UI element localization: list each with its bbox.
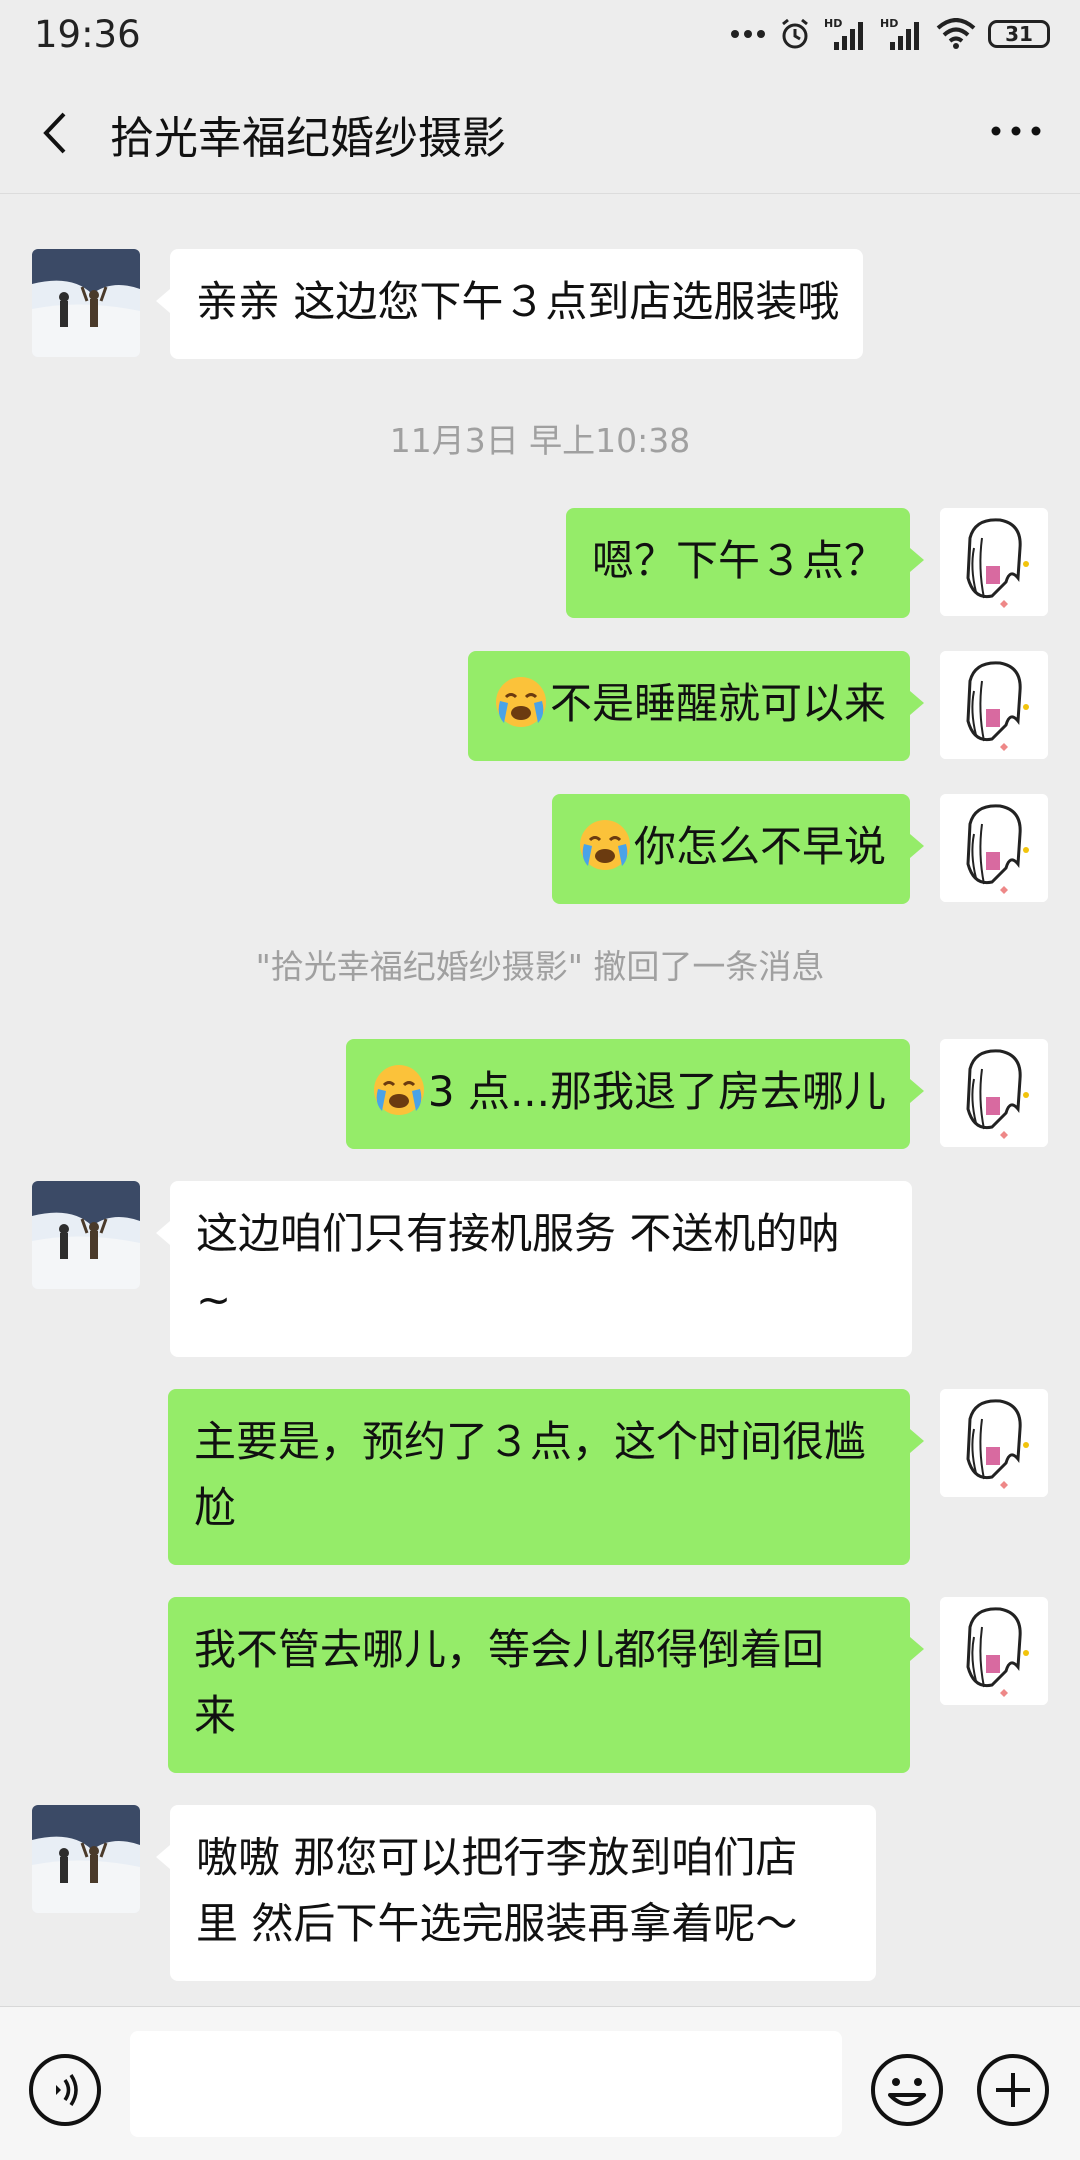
status-icons: HD HD 31 <box>730 16 1050 52</box>
message-text: 亲亲 这边您下午３点到店选服装哦 <box>196 277 840 326</box>
hd-signal-icon-2: HD <box>880 16 924 52</box>
more-dots-icon <box>991 126 1041 136</box>
more-button[interactable] <box>986 116 1046 146</box>
message-text: 3 点...那我退了房去哪儿 <box>427 1067 886 1116</box>
my-avatar[interactable] <box>940 1597 1048 1705</box>
my-avatar[interactable] <box>940 1389 1048 1497</box>
loudly-crying-face-icon <box>373 1065 424 1115</box>
more-functions-button[interactable] <box>976 2053 1050 2127</box>
timestamp: 11月3日 早上10:38 <box>389 421 691 460</box>
message-sent[interactable]: 3 点...那我退了房去哪儿 <box>345 1039 925 1149</box>
message-text-line: 来 <box>194 1691 237 1740</box>
message-sent[interactable]: 主要是，预约了３点，这个时间很尴 尬 <box>168 1389 924 1565</box>
my-avatar[interactable] <box>940 508 1048 616</box>
message-text-line: 主要是，预约了３点，这个时间很尴 <box>194 1417 867 1466</box>
hd-signal-icon: HD <box>824 16 868 52</box>
input-bar <box>0 2006 1080 2160</box>
message-received[interactable]: 这边咱们只有接机服务 不送机的呐 ~ <box>156 1181 912 1357</box>
contact-avatar[interactable] <box>32 249 140 357</box>
wifi-icon <box>936 18 976 50</box>
chat-screen: 19:36 HD HD 31 拾光幸福纪婚纱摄影 亲亲 这边您下午３点到店选服装… <box>0 0 1080 2160</box>
dots-icon <box>730 29 766 39</box>
emoji-icon <box>871 2054 943 2126</box>
message-sent[interactable]: 你怎么不早说 <box>551 794 925 904</box>
status-bar: 19:36 HD HD 31 <box>0 0 1080 68</box>
plus-icon <box>977 2054 1049 2126</box>
emoji-button[interactable] <box>870 2053 944 2127</box>
contact-avatar[interactable] <box>32 1181 140 1289</box>
message-sent[interactable]: 不是睡醒就可以来 <box>467 651 925 761</box>
message-text-line: ~ <box>196 1275 232 1324</box>
message-text-line: 嗷嗷 那您可以把行李放到咱们店 <box>196 1833 798 1882</box>
message-text: 嗯？下午３点？ <box>591 536 886 585</box>
svg-text:HD: HD <box>880 17 898 30</box>
loudly-crying-face-icon <box>495 677 546 727</box>
my-avatar[interactable] <box>940 794 1048 902</box>
message-text-line: 尬 <box>194 1483 237 1532</box>
message-text: 不是睡醒就可以来 <box>549 679 886 728</box>
message-text-line: 里 然后下午选完服装再拿着呢～ <box>196 1899 798 1948</box>
voice-icon <box>29 2054 101 2126</box>
alarm-icon <box>778 17 812 51</box>
message-received[interactable]: 亲亲 这边您下午３点到店选服装哦 <box>155 249 864 359</box>
message-input[interactable] <box>130 2031 842 2137</box>
message-received[interactable]: 嗷嗷 那您可以把行李放到咱们店 里 然后下午选完服装再拿着呢～ <box>156 1805 876 1981</box>
my-avatar[interactable] <box>940 651 1048 759</box>
message-list[interactable]: 亲亲 这边您下午３点到店选服装哦 11月3日 早上10:38 嗯？下午３点？ 不… <box>0 194 1080 2006</box>
message-text: 你怎么不早说 <box>633 822 886 871</box>
recall-notice: "拾光幸福纪婚纱摄影" 撤回了一条消息 <box>255 947 825 986</box>
message-text-line: 我不管去哪儿，等会儿都得倒着回 <box>194 1625 825 1674</box>
svg-text:HD: HD <box>824 17 842 30</box>
message-sent[interactable]: 嗯？下午３点？ <box>565 508 925 618</box>
status-time: 19:36 <box>34 12 141 56</box>
back-button[interactable] <box>30 108 80 158</box>
contact-avatar[interactable] <box>32 1805 140 1913</box>
message-text-line: 这边咱们只有接机服务 不送机的呐 <box>196 1209 840 1258</box>
chat-title: 拾光幸福纪婚纱摄影 <box>110 113 506 164</box>
voice-button[interactable] <box>28 2053 102 2127</box>
my-avatar[interactable] <box>940 1039 1048 1147</box>
message-sent[interactable]: 我不管去哪儿，等会儿都得倒着回 来 <box>168 1597 924 1773</box>
back-arrow-icon <box>43 112 66 154</box>
chat-header: 拾光幸福纪婚纱摄影 <box>0 68 1080 194</box>
battery-indicator: 31 <box>988 20 1050 48</box>
loudly-crying-face-icon <box>579 820 630 870</box>
